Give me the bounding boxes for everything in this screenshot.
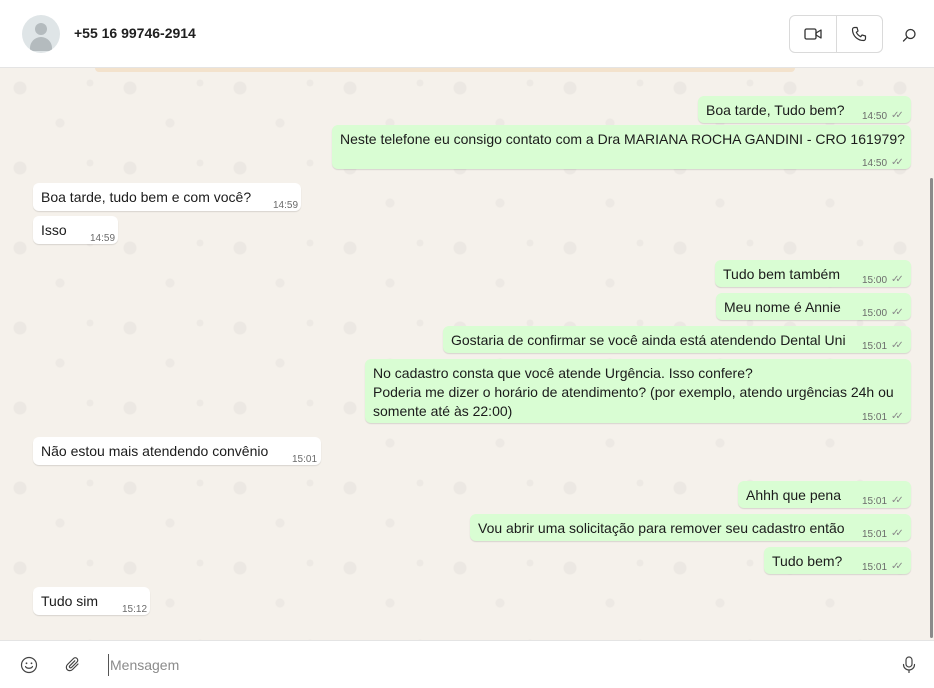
message-time: 14:50: [862, 111, 888, 122]
video-call-button[interactable]: [790, 16, 836, 52]
message-text: Meu nome é Annie: [724, 299, 841, 315]
message-bubble-incoming[interactable]: Boa tarde, tudo bem e com você? 14:59: [33, 183, 301, 211]
microphone-icon: [902, 656, 916, 673]
voice-message-button[interactable]: [899, 655, 919, 675]
message-text: Neste telefone eu consigo contato com a …: [340, 131, 905, 147]
message-input[interactable]: [108, 654, 868, 676]
message-text: Não estou mais atendendo convênio: [41, 443, 269, 459]
message-time: 15:12: [122, 604, 148, 615]
message-time: 15:01: [862, 562, 888, 573]
message-bubble-incoming[interactable]: Isso 14:59: [33, 216, 118, 244]
avatar-body-shape: [30, 37, 52, 51]
message-text: Ahhh que pena: [746, 487, 841, 503]
message-bubble-outgoing[interactable]: Neste telefone eu consigo contato com a …: [332, 125, 911, 169]
message-text: Gostaria de confirmar se você ainda está…: [451, 332, 846, 348]
read-ticks-icon: ✓✓: [891, 274, 904, 285]
paperclip-icon: [65, 657, 79, 672]
message-text: Vou abrir uma solicitação para remover s…: [478, 520, 845, 536]
message-text: Tudo bem também: [723, 266, 840, 282]
contact-name[interactable]: +55 16 99746-2914: [74, 25, 196, 41]
message-text: No cadastro consta que você atende Urgên…: [373, 365, 753, 381]
read-ticks-icon: ✓✓: [891, 528, 904, 539]
message-time: 15:01: [862, 341, 888, 352]
contact-avatar[interactable]: [22, 15, 60, 53]
message-bubble-outgoing[interactable]: Boa tarde, Tudo bem? 14:50 ✓✓: [698, 96, 911, 123]
message-bubble-outgoing[interactable]: Gostaria de confirmar se você ainda está…: [443, 326, 911, 353]
message-time: 14:59: [90, 233, 116, 244]
message-bubble-incoming[interactable]: Tudo sim 15:12: [33, 587, 150, 615]
search-icon: [902, 28, 916, 42]
read-ticks-icon: ✓✓: [891, 340, 904, 351]
message-time: 15:00: [862, 308, 888, 319]
message-bubble-outgoing[interactable]: Ahhh que pena 15:01 ✓✓: [738, 481, 911, 508]
read-ticks-icon: ✓✓: [891, 495, 904, 506]
read-ticks-icon: ✓✓: [891, 411, 904, 422]
avatar-head-shape: [35, 23, 47, 35]
message-time: 15:01: [292, 454, 318, 465]
message-bubble-outgoing[interactable]: Tudo bem também 15:00 ✓✓: [715, 260, 911, 287]
smiley-icon: [20, 656, 38, 674]
unread-banner-edge: [95, 68, 795, 72]
phone-icon: [852, 26, 867, 42]
message-list[interactable]: Boa tarde, Tudo bem? 14:50 ✓✓ Neste tele…: [0, 68, 934, 640]
message-composer: [0, 640, 934, 688]
message-time: 14:59: [273, 200, 299, 211]
message-time: 15:01: [862, 412, 888, 423]
chat-header: +55 16 99746-2914: [0, 0, 934, 68]
message-text: Tudo bem?: [772, 553, 843, 569]
read-ticks-icon: ✓✓: [891, 561, 904, 572]
read-ticks-icon: ✓✓: [891, 110, 904, 121]
message-time: 15:01: [862, 529, 888, 540]
message-text: Poderia me dizer o horário de atendiment…: [373, 384, 894, 400]
message-text: Tudo sim: [41, 593, 99, 609]
message-bubble-outgoing[interactable]: Tudo bem? 15:01 ✓✓: [764, 547, 911, 574]
video-camera-icon: [804, 28, 822, 40]
message-text: Boa tarde, Tudo bem?: [706, 102, 845, 118]
message-bubble-outgoing[interactable]: Vou abrir uma solicitação para remover s…: [470, 514, 911, 541]
message-bubble-outgoing[interactable]: No cadastro consta que você atende Urgên…: [365, 359, 911, 423]
read-ticks-icon: ✓✓: [891, 157, 904, 168]
attach-button[interactable]: [63, 655, 83, 675]
message-text: somente até às 22:00): [373, 403, 513, 419]
message-time: 14:50: [862, 158, 888, 169]
scrollbar[interactable]: [930, 178, 933, 638]
message-bubble-outgoing[interactable]: Meu nome é Annie 15:00 ✓✓: [716, 293, 911, 320]
message-bubble-incoming[interactable]: Não estou mais atendendo convênio 15:01: [33, 437, 321, 465]
emoji-button[interactable]: [19, 655, 39, 675]
message-time: 15:01: [862, 496, 888, 507]
voice-call-button[interactable]: [835, 16, 883, 52]
message-time: 15:00: [862, 275, 888, 286]
message-text: Boa tarde, tudo bem e com você?: [41, 189, 252, 205]
read-ticks-icon: ✓✓: [891, 307, 904, 318]
search-button[interactable]: [898, 24, 920, 46]
message-text: Isso: [41, 222, 67, 238]
call-button-group: [789, 15, 883, 53]
